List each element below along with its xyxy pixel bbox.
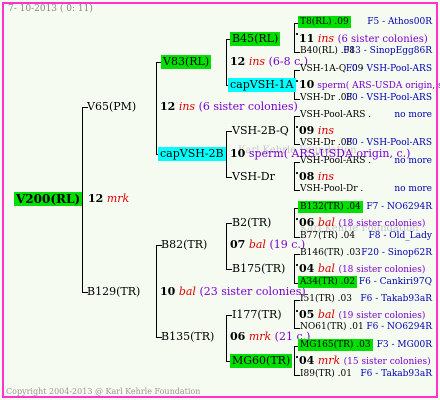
queen-gen3-3[interactable]: VSH-2B-Q [232,124,289,138]
gen3-2-info: 10 sperm( ARS-USDA origin, sister coloni… [299,78,440,91]
gen4-ref-16: F6 - Takab93aR [360,369,432,379]
gen4-queen-10[interactable]: B77(TR) .04 [300,230,355,242]
date-label: 7- 10-2013 ( 0: 11) [8,4,93,14]
gen4-ref-7: no more [394,156,432,166]
gen4-ref-2: F13 - SinopEgg86R [343,46,432,56]
queen-gen2-4[interactable]: B135(TR) [161,330,214,344]
gen4-ref-10: F8 - Old_Lady [368,231,432,241]
pedigree-page: 7- 10-2013 ( 0: 11) Copyright 2004-2013 … [0,0,440,400]
gen4-ref-11: F20 - Sinop62R [361,248,432,258]
gen3-6-info: 04 bal (18 sister colonies) [299,262,426,275]
gen3-4-info: 08 ins [299,170,335,183]
gen2-1-info: 12 ins (6-8 c.) [230,55,309,68]
queen-gen3-4[interactable]: VSH-Dr [232,170,275,184]
gen1-maternal-info: 10 bal (23 sister colonies) [160,285,306,298]
queen-gen3-2[interactable]: capVSH-1A [228,78,296,92]
gen4-ref-4: F0 - VSH-Pool-ARS [345,93,432,103]
gen4-ref-6: F0 - VSH-Pool-ARS [345,138,432,148]
gen4-queen-14[interactable]: NO61(TR) .01 [300,321,364,333]
gen4-queen-13[interactable]: I51(TR) .03 [300,293,352,305]
queen-gen3-6[interactable]: B175(TR) [232,262,285,276]
gen4-queen-9[interactable]: B132(TR) .04 [298,201,363,213]
gen4-ref-12: F6 - Cankiri97Q [358,277,432,287]
queen-gen1-paternal[interactable]: V65(PM) [87,100,136,114]
gen4-ref-14: F6 - NO6294R [366,322,432,332]
gen4-queen-12[interactable]: A34(TR) .02 [298,276,357,288]
gen2-3-info: 07 bal (19 c.) [230,238,306,251]
gen4-queen-7[interactable]: VSH-Pool-ARS . [300,155,371,167]
root-info: 12 mrk [88,192,129,206]
copyright: Copyright 2004-2013 @ Karl Kehrle Founda… [6,387,201,396]
gen4-ref-15: F3 - MG00R [376,340,432,350]
gen4-queen-4[interactable]: VSH-Dr .08 [300,92,352,104]
gen4-queen-11[interactable]: B146(TR) .03 [300,247,361,259]
gen4-ref-13: F6 - Takab93aR [360,294,432,304]
root-queen[interactable]: V200(RL) [14,192,83,206]
gen4-queen-1[interactable]: T8(RL) .09 [298,16,351,28]
queen-gen3-5[interactable]: B2(TR) [232,216,271,230]
gen4-ref-9: F7 - NO6294R [366,202,432,212]
gen4-queen-15[interactable]: MG165(TR) .03 [298,339,373,351]
gen4-queen-8[interactable]: VSH-Pool-Dr . [300,183,363,195]
gen3-5-info: 06 bal (18 sister colonies) [299,216,426,229]
queen-gen3-1[interactable]: B45(RL) [230,32,281,46]
gen1-paternal-info: 12 ins (6 sister colonies) [160,100,298,113]
queen-gen2-1[interactable]: V83(RL) [161,55,212,69]
root-year: 12 [88,192,104,205]
gen4-ref-3: F0 - VSH-Pool-ARS [345,64,432,74]
gen4-ref-5: no more [394,110,432,120]
queen-gen1-maternal[interactable]: B129(TR) [87,285,140,299]
gen4-ref-1: F5 - Athos00R [367,17,432,27]
queen-gen3-8[interactable]: MG60(TR) [230,354,293,368]
queen-gen3-7[interactable]: I177(TR) [232,308,282,322]
gen4-queen-16[interactable]: I89(TR) .01 [300,368,352,380]
gen4-ref-8: no more [394,184,432,194]
root-mating: mrk [106,192,130,205]
gen3-8-info: 04 mrk (15 sister colonies) [299,354,431,367]
queen-gen2-3[interactable]: B82(TR) [161,238,207,252]
queen-gen2-2[interactable]: capVSH-2B [158,147,226,161]
gen3-3-info: 09 ins [299,124,335,137]
gen4-queen-5[interactable]: VSH-Pool-ARS . [300,109,371,121]
gen4-queen-6[interactable]: VSH-Dr .08 [300,137,352,149]
